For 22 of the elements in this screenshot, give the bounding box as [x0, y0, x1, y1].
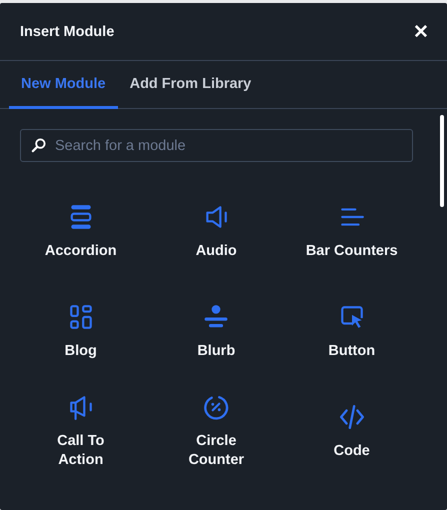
module-label[interactable]: Circle Counter — [188, 432, 244, 470]
module-label[interactable]: Blog — [64, 342, 97, 360]
circle-module-icon[interactable] — [203, 394, 230, 420]
search-field[interactable]: Search for a module — [20, 129, 413, 162]
module-label[interactable]: Audio — [196, 242, 237, 260]
close-button[interactable]: ✕ — [409, 20, 433, 44]
accordion-module-icon[interactable] — [68, 204, 94, 230]
module-label[interactable]: Code — [334, 442, 370, 460]
module-label[interactable]: Call To Action — [57, 432, 104, 470]
tab[interactable]: New Module — [9, 61, 118, 109]
search-icon — [31, 138, 46, 153]
code-module-icon[interactable] — [338, 404, 365, 430]
blog-module-icon[interactable] — [68, 304, 94, 330]
module-label[interactable]: Button — [328, 342, 376, 360]
blurb-module-icon[interactable] — [203, 304, 230, 330]
scrollbar-thumb[interactable] — [440, 115, 444, 207]
tab[interactable]: Add From Library — [118, 61, 264, 109]
module-label[interactable]: Accordion — [44, 242, 117, 260]
module-label[interactable]: Blurb — [197, 342, 236, 360]
dialog-title: Insert Module — [20, 24, 114, 40]
button-module-icon[interactable] — [338, 304, 365, 330]
module-label[interactable]: Bar Counters — [306, 242, 398, 260]
